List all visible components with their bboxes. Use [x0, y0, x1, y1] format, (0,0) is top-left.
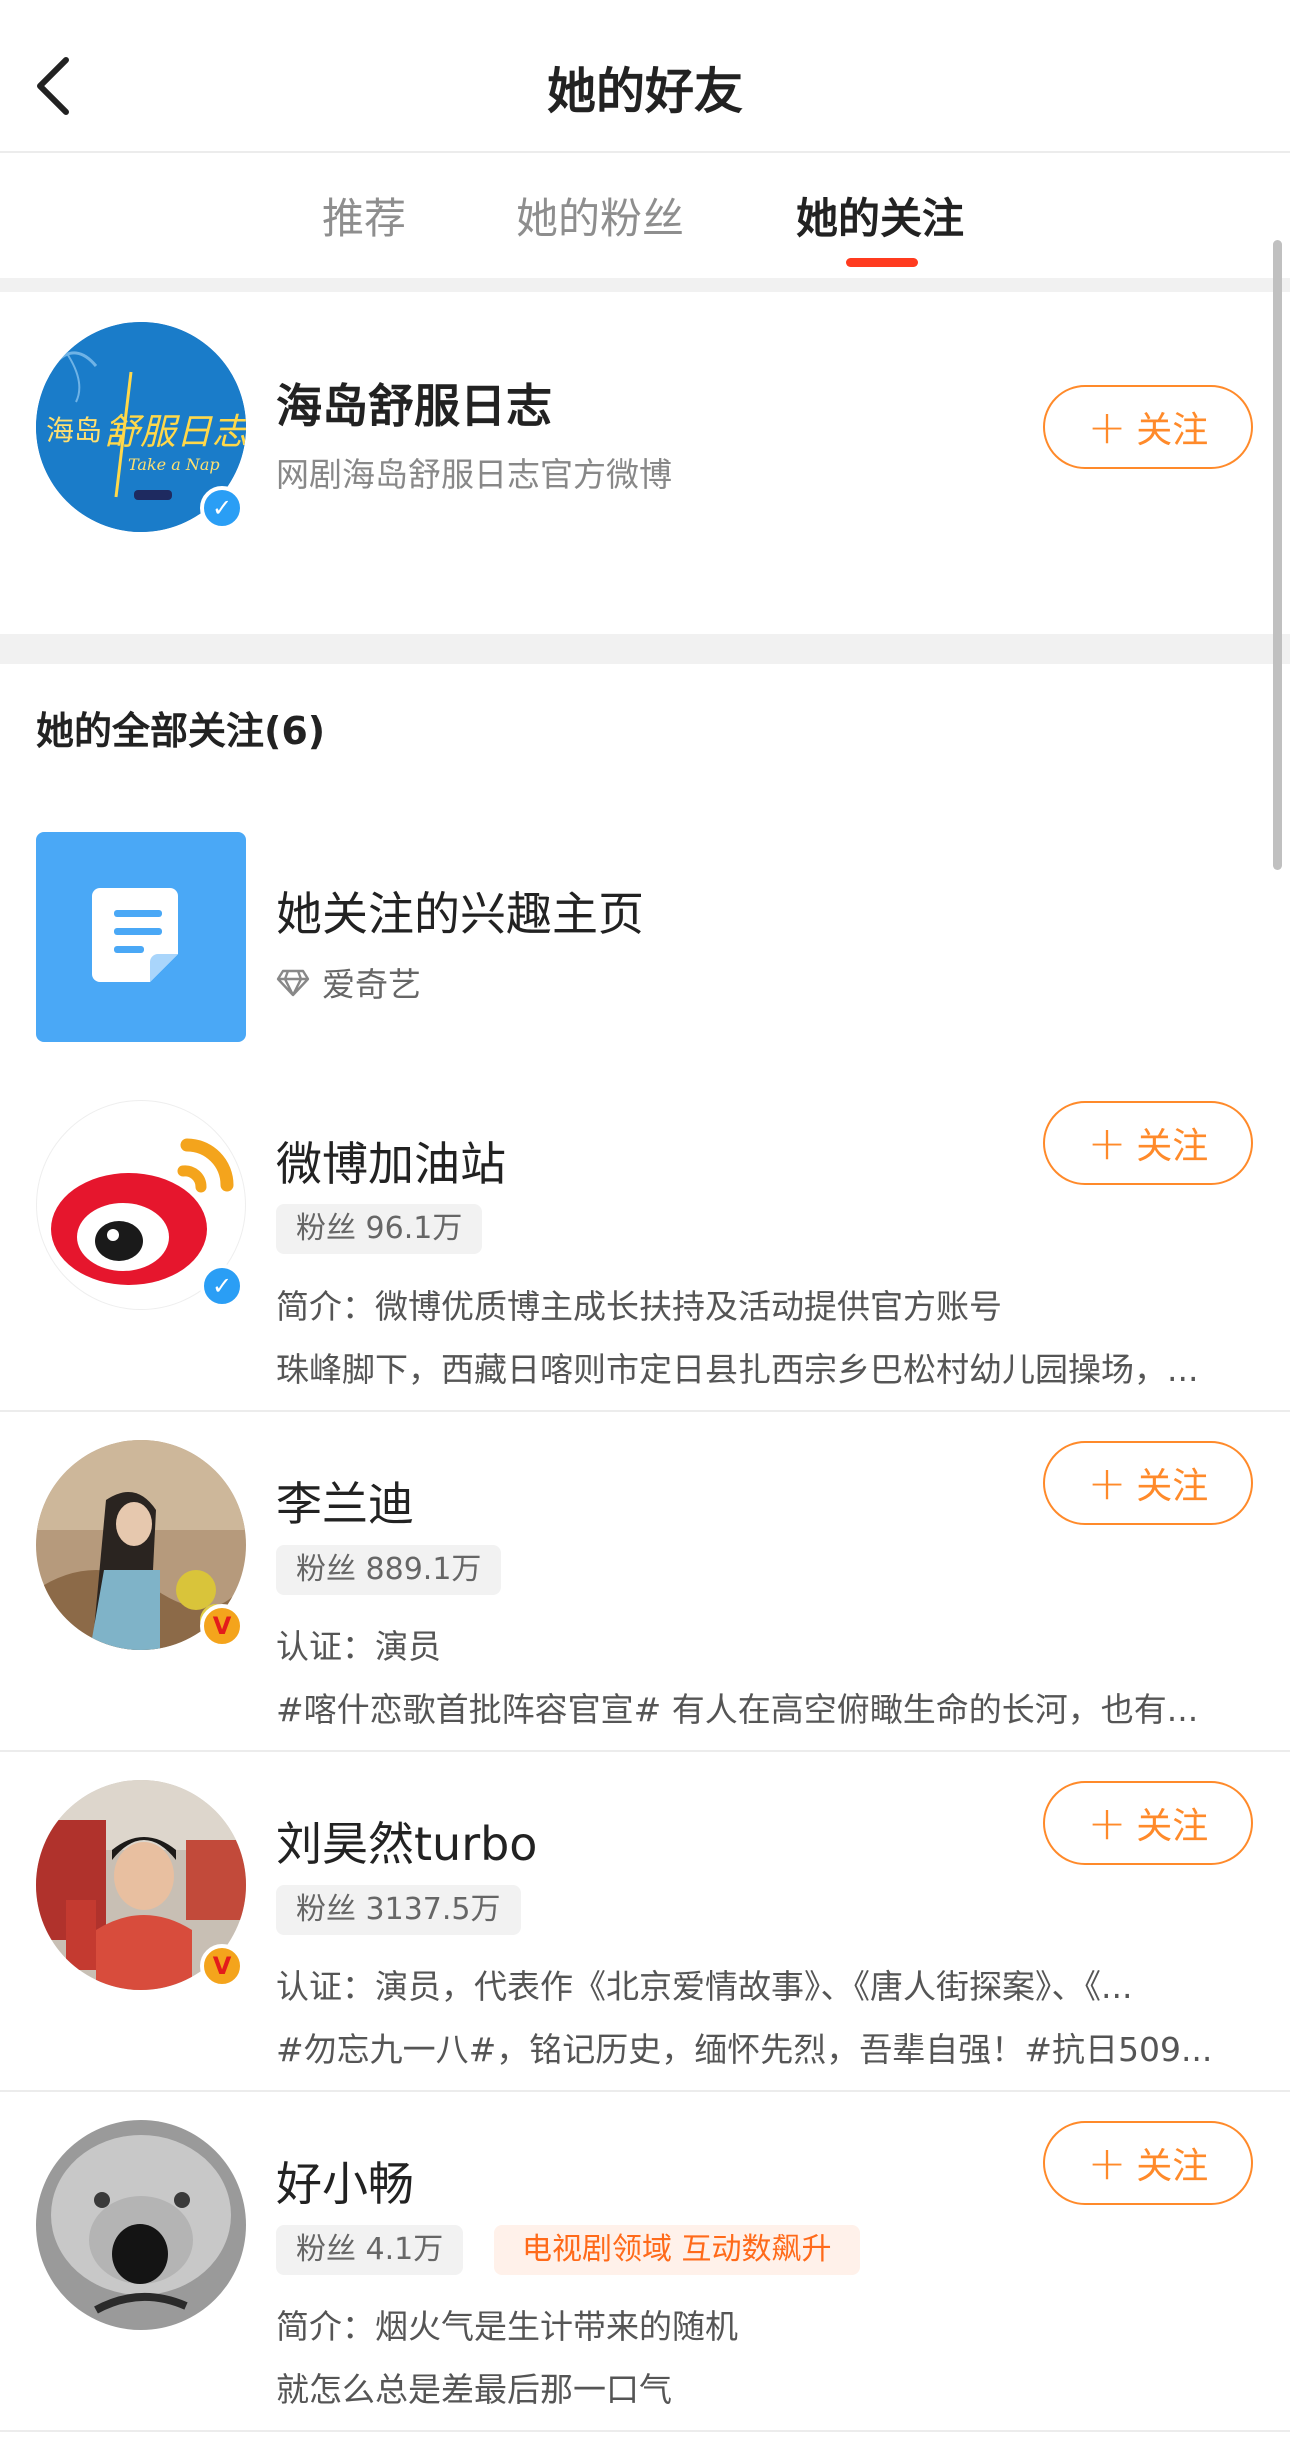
- featured-subtitle: 网剧海岛舒服日志官方微博: [276, 455, 672, 494]
- fans-count-badge: 粉丝 96.1万: [276, 1204, 483, 1254]
- tab-her-fans[interactable]: 她的粉丝: [516, 185, 684, 246]
- verified-orange-icon: V: [200, 1944, 244, 1988]
- plus-icon: +: [1087, 1116, 1127, 1170]
- section-title: 她的全部关注(6): [36, 709, 326, 753]
- plus-icon: +: [1087, 1456, 1127, 1510]
- user-latest-post: #喀什恋歌首批阵容官宣# 有人在高空俯瞰生命的长河，也有...: [276, 1690, 1199, 1729]
- row-divider: [0, 1750, 1290, 1752]
- nav-bar: 她的好友: [0, 0, 1290, 153]
- user-intro: 简介：烟火气是生计带来的随机: [276, 2307, 738, 2346]
- user-intro: 简介：微博优质博主成长扶持及活动提供官方账号: [276, 1287, 1002, 1326]
- interest-source: 爱奇艺: [276, 958, 421, 1006]
- user-name: 李兰迪: [276, 1477, 414, 1531]
- follow-button[interactable]: + 关注: [1043, 1441, 1253, 1525]
- user-certification: 认证：演员，代表作《北京爱情故事》、《唐人街探案》、《...: [276, 1967, 1133, 2006]
- row-divider: [0, 1410, 1290, 1412]
- featured-avatar-text-1: 海岛: [46, 414, 102, 447]
- fans-count-badge: 粉丝 4.1万: [276, 2225, 464, 2275]
- section-gap: [0, 278, 1290, 292]
- interest-page-title: 她关注的兴趣主页: [276, 887, 644, 941]
- follow-button[interactable]: + 关注: [1043, 385, 1253, 469]
- fans-count-badge: 粉丝 889.1万: [276, 1545, 502, 1595]
- featured-name: 海岛舒服日志: [276, 379, 552, 433]
- user-latest-post: 珠峰脚下，西藏日喀则市定日县扎西宗乡巴松村幼儿园操场，...: [276, 1350, 1199, 1389]
- follow-button[interactable]: + 关注: [1043, 2121, 1253, 2205]
- verified-blue-icon: ✓: [200, 1264, 244, 1308]
- trending-tag: 电视剧领域 互动数飙升: [494, 2225, 860, 2275]
- interest-source-label: 爱奇艺: [322, 965, 421, 1004]
- user-latest-post: #勿忘九一八#，铭记历史，缅怀先烈，吾辈自强！#抗日509...: [276, 2030, 1213, 2069]
- user-certification: 认证：演员: [276, 1627, 441, 1666]
- scrollbar[interactable]: [1273, 240, 1282, 870]
- user-avatar: [36, 2120, 246, 2330]
- section-gap: [0, 634, 1290, 664]
- tab-bar: 推荐 她的粉丝 她的关注: [0, 155, 1290, 278]
- user-latest-post: 就怎么总是差最后那一口气: [276, 2370, 672, 2409]
- user-name: 好小畅: [276, 2157, 414, 2211]
- diamond-icon: [276, 967, 310, 1006]
- follow-button[interactable]: + 关注: [1043, 1781, 1253, 1865]
- interest-page-icon: [36, 832, 246, 1042]
- fans-count-badge: 粉丝 3137.5万: [276, 1885, 521, 1935]
- row-divider: [0, 2090, 1290, 2092]
- verified-orange-icon: V: [200, 1604, 244, 1648]
- page-title: 她的好友: [546, 63, 743, 120]
- verified-blue-icon: ✓: [200, 486, 244, 530]
- user-name: 刘昊然turbo: [276, 1817, 538, 1871]
- follow-button[interactable]: + 关注: [1043, 1101, 1253, 1185]
- plus-icon: +: [1087, 1796, 1127, 1850]
- plus-icon: +: [1087, 400, 1127, 454]
- user-name: 微博加油站: [276, 1137, 506, 1191]
- tab-active-indicator: [846, 258, 918, 267]
- row-divider: [0, 2430, 1290, 2432]
- tab-recommend[interactable]: 推荐: [322, 185, 406, 246]
- featured-avatar-text-3: Take a Nap: [128, 455, 220, 474]
- plus-icon: +: [1087, 2136, 1127, 2190]
- tab-her-following[interactable]: 她的关注: [796, 185, 964, 246]
